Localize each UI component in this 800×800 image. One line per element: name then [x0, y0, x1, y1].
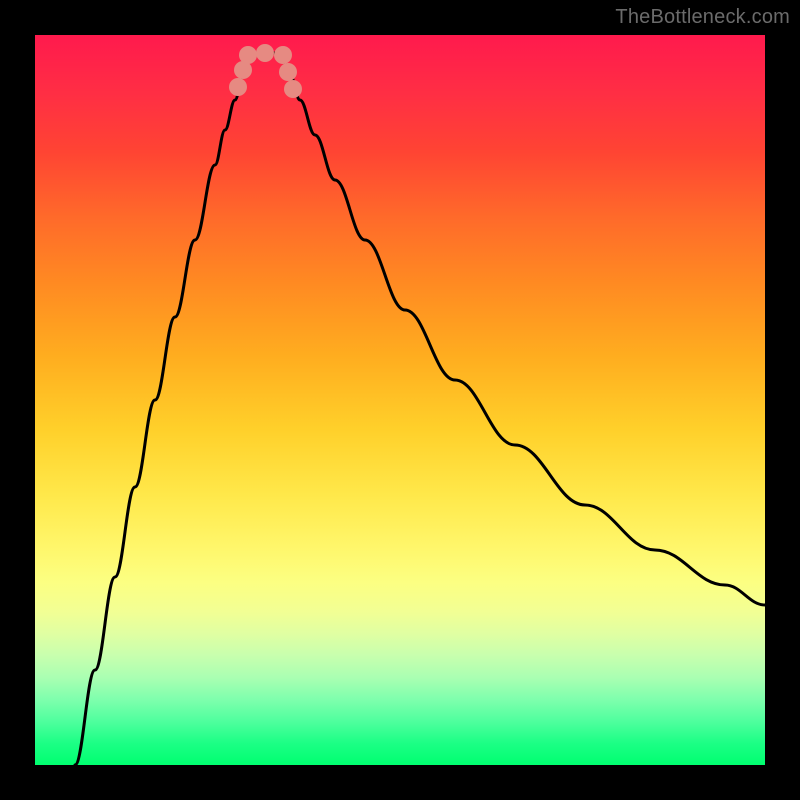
curve-layer: [35, 35, 765, 765]
series-left-branch: [75, 60, 248, 765]
chart-frame: TheBottleneck.com: [0, 0, 800, 800]
floor-marker: [274, 46, 292, 64]
floor-marker: [279, 63, 297, 81]
floor-marker: [256, 44, 274, 62]
series-right-branch: [283, 60, 765, 605]
plot-area: [35, 35, 765, 765]
floor-marker: [284, 80, 302, 98]
floor-marker: [229, 78, 247, 96]
watermark-text: TheBottleneck.com: [615, 6, 790, 29]
floor-marker: [239, 46, 257, 64]
